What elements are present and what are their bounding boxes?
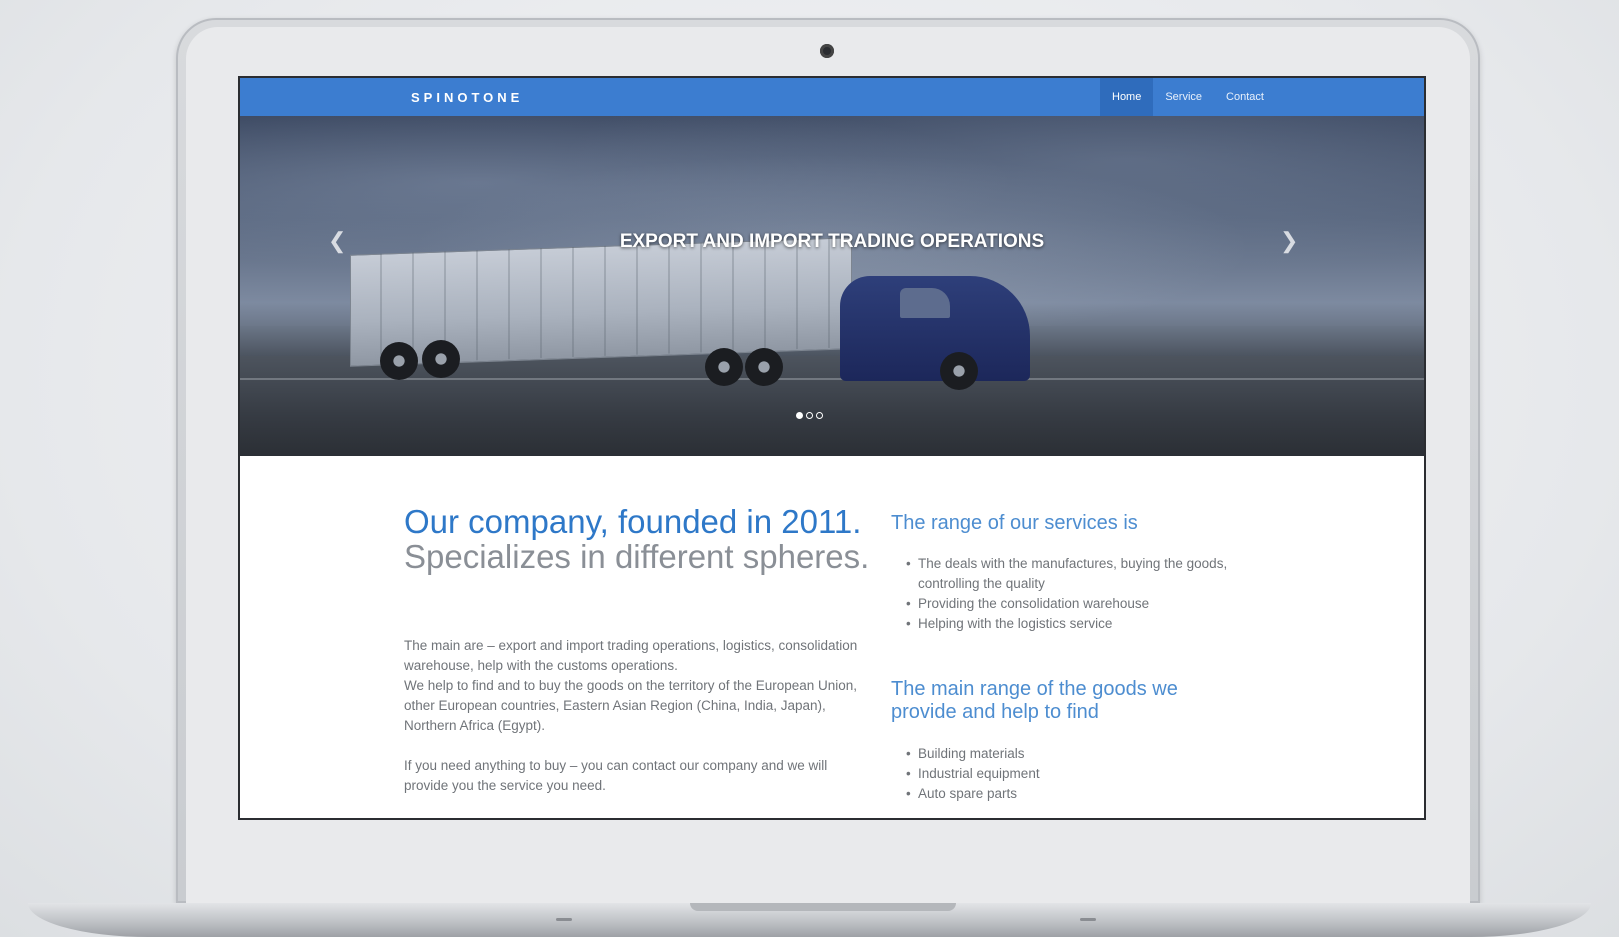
- truck-wheel: [940, 352, 978, 390]
- headline-rest: Specializes in different spheres.: [404, 538, 870, 575]
- company-headline: Our company, founded in 2011. Specialize…: [404, 504, 874, 574]
- truck-wheel: [745, 348, 783, 386]
- hero-carousel: EXPORT AND IMPORT TRADING OPERATIONS ❮ ❯: [240, 116, 1424, 456]
- truck-trailer-ribs: [350, 237, 850, 365]
- hero-road: [240, 356, 1424, 456]
- hero-title: EXPORT AND IMPORT TRADING OPERATIONS: [619, 231, 1045, 252]
- carousel-dot-1[interactable]: [796, 412, 803, 419]
- nav-service[interactable]: Service: [1153, 78, 1214, 116]
- carousel-dot-3[interactable]: [816, 412, 823, 419]
- site-logo[interactable]: SPINOTONE: [411, 90, 523, 105]
- intro-paragraph: The main are – export and import trading…: [404, 638, 858, 673]
- camera-icon: [820, 44, 834, 58]
- laptop-screen: SPINOTONE Home Service Contact EXPORT AN…: [238, 76, 1426, 820]
- nav-contact[interactable]: Contact: [1214, 78, 1276, 116]
- nav-home[interactable]: Home: [1100, 78, 1154, 116]
- laptop-foot: [1080, 918, 1096, 921]
- chevron-left-icon[interactable]: ❮: [328, 228, 346, 254]
- services-list: The deals with the manufactures, buying …: [906, 554, 1238, 634]
- chevron-right-icon[interactable]: ❯: [1280, 228, 1298, 254]
- carousel-indicators: [796, 412, 823, 419]
- list-item: Industrial equipment: [906, 764, 1238, 784]
- truck-window: [900, 288, 950, 318]
- contact-paragraph: If you need anything to buy – you can co…: [404, 758, 828, 793]
- laptop-hinge-notch: [690, 903, 956, 911]
- list-item: Helping with the logistics service: [906, 614, 1238, 634]
- truck-wheel: [705, 348, 743, 386]
- list-item: The deals with the manufactures, buying …: [906, 554, 1238, 594]
- list-item: Providing the consolidation warehouse: [906, 594, 1238, 614]
- list-item: Building materials: [906, 744, 1238, 764]
- services-title: The range of our services is: [891, 512, 1138, 534]
- main-content: Our company, founded in 2011. Specialize…: [240, 456, 1424, 818]
- list-item: Auto spare parts: [906, 784, 1238, 804]
- main-menu: Home Service Contact: [1100, 78, 1276, 116]
- laptop-foot: [556, 918, 572, 921]
- regions-paragraph: We help to find and to buy the goods on …: [404, 678, 858, 733]
- truck-wheel: [380, 342, 418, 380]
- road-marking: [240, 378, 1424, 380]
- carousel-dot-2[interactable]: [806, 412, 813, 419]
- top-navbar: SPINOTONE Home Service Contact: [240, 78, 1424, 116]
- headline-accent: Our company, founded in 2011.: [404, 503, 862, 540]
- truck-wheel: [422, 340, 460, 378]
- goods-list: Building materials Industrial equipment …: [906, 744, 1238, 804]
- goods-title: The main range of the goods we provide a…: [891, 678, 1178, 723]
